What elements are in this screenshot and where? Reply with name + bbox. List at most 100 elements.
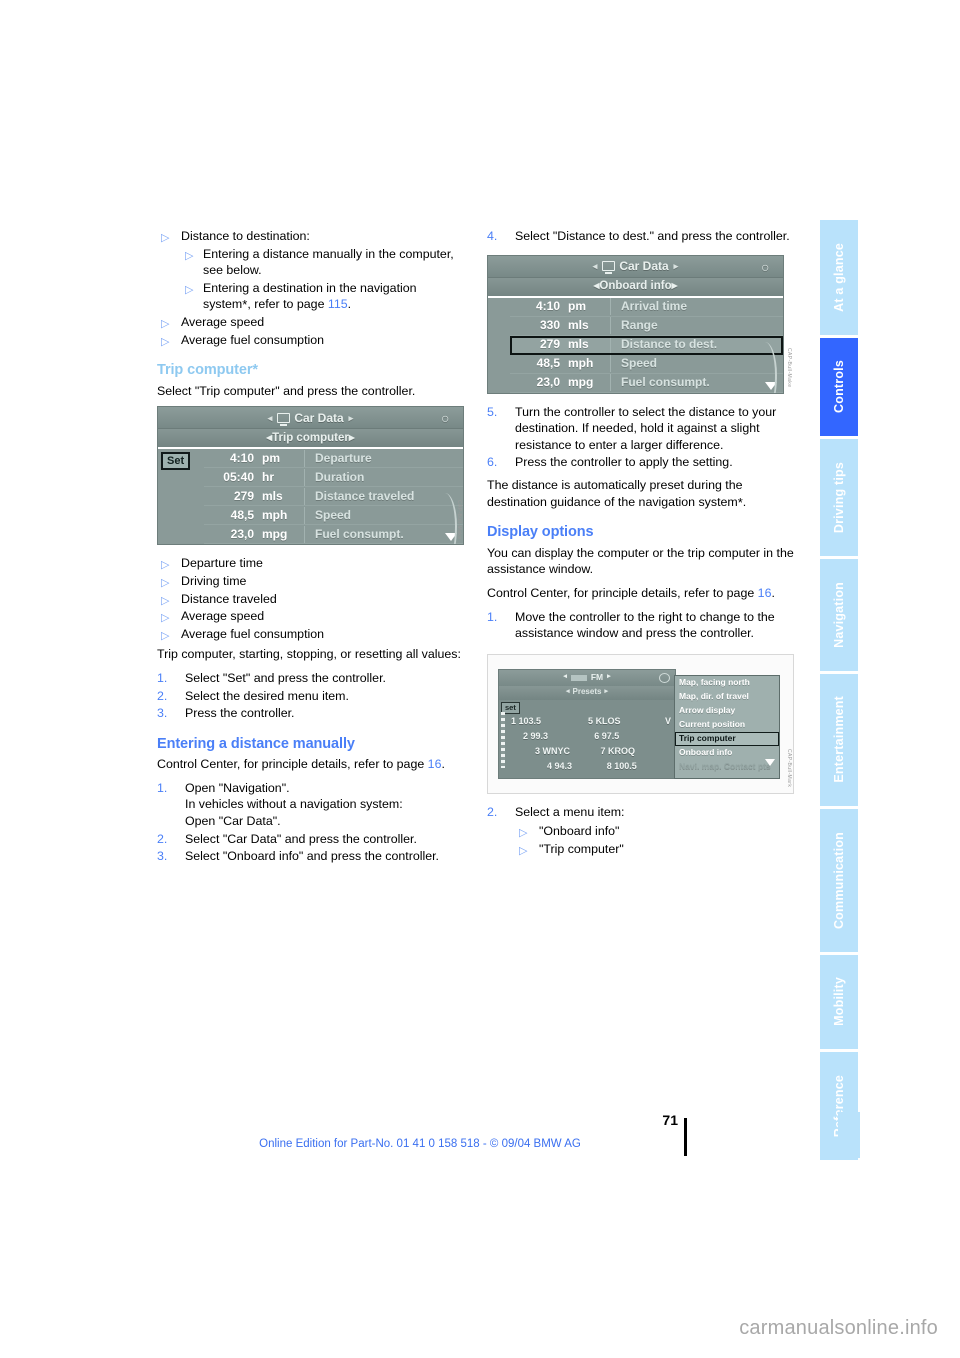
idrive-title: Car Data xyxy=(619,258,669,273)
triangle-bullet-icon: ▷ xyxy=(519,844,528,857)
sidebar-bottom-strip xyxy=(838,1112,860,1158)
list-item: ▷ Driving time xyxy=(157,573,464,590)
preset-row[interactable]: 4 94.3 8 100.5 xyxy=(511,759,671,774)
idrive-subtitlebar: ◂ Trip computer ▸ xyxy=(158,429,463,450)
right-arrow-icon[interactable]: ▸ xyxy=(604,684,608,701)
row-label: Distance to dest. xyxy=(610,336,783,353)
preset-row[interactable]: 2 99.3 6 97.5 xyxy=(511,729,671,744)
left-arrow-icon[interactable]: ◂ xyxy=(268,410,273,427)
preset-number: 4 xyxy=(547,760,553,771)
table-row[interactable]: 23,0 mpg Fuel consumpt. xyxy=(510,374,783,393)
row-label: Fuel consumpt. xyxy=(304,526,463,543)
left-arrow-icon[interactable]: ◂ xyxy=(563,669,567,686)
preset-name: 103.5 xyxy=(518,715,542,726)
distance-bullet-list: ▷ Distance to destination: ▷ Entering a … xyxy=(157,228,464,348)
page-reference-link[interactable]: 16 xyxy=(428,757,442,771)
page-number: 71 xyxy=(662,1112,678,1128)
preset-number: 5 xyxy=(588,715,594,726)
menu-item-navi-map-contact-pts[interactable]: Navi. map. Contact pts xyxy=(675,760,779,774)
sidebar-tab-navigation[interactable]: Navigation xyxy=(820,559,858,674)
site-watermark: carmanualsonline.info xyxy=(739,1317,938,1339)
idrive-subtitle: Onboard info xyxy=(599,280,672,293)
idrive-titlebar: ◂ Car Data ▸ ○ xyxy=(488,255,783,278)
sidebar-tab-driving-tips[interactable]: Driving tips xyxy=(820,439,858,560)
preset-number: 7 xyxy=(600,745,606,756)
control-center-end: . xyxy=(771,585,775,600)
list-item: ▷ Average fuel consumption xyxy=(157,626,464,643)
list-item: 1. Select "Set" and press the controller… xyxy=(157,670,464,687)
control-center-reference: Control Center, for principle details, r… xyxy=(487,585,794,602)
triangle-bullet-icon: ▷ xyxy=(161,612,170,625)
set-button[interactable]: Set xyxy=(161,452,191,471)
row-value: 279 xyxy=(539,337,560,352)
table-row[interactable]: 48,5 mph Speed xyxy=(204,506,463,526)
radio-band-label: FM xyxy=(590,672,604,683)
list-item: 3. Press the controller. xyxy=(157,705,464,722)
scroll-down-icon[interactable] xyxy=(765,381,777,390)
page-reference-link[interactable]: 115 xyxy=(328,297,348,311)
bullet-text: Distance to destination: xyxy=(181,229,310,243)
bullet-text: Distance traveled xyxy=(181,591,277,606)
list-item: ▷ "Onboard info" xyxy=(515,823,794,840)
table-row[interactable]: 23,0 mpg Fuel consumpt. xyxy=(204,525,463,545)
sidebar-tab-entertainment[interactable]: Entertainment xyxy=(820,673,858,809)
list-item: 2. Select a menu item: ▷ "Onboard info" … xyxy=(487,804,794,858)
right-arrow-icon[interactable]: ▸ xyxy=(349,430,355,447)
preset-row[interactable]: 3 WNYC 7 KROQ xyxy=(511,744,671,759)
table-row[interactable]: 48,5 mph Speed xyxy=(510,355,783,374)
row-unit: mls xyxy=(568,318,589,333)
figure-code: CAP-Bull-Make xyxy=(456,499,462,540)
sidebar-tab-mobility[interactable]: Mobility xyxy=(820,954,858,1053)
preset-name: KROQ xyxy=(608,745,636,756)
left-arrow-icon[interactable]: ◂ xyxy=(593,258,598,275)
triangle-bullet-icon: ▷ xyxy=(161,335,170,348)
monitor-icon xyxy=(602,261,616,275)
triangle-bullet-icon: ▷ xyxy=(519,827,528,840)
left-arrow-icon[interactable]: ◂ xyxy=(566,684,570,701)
list-item: ▷ Average speed xyxy=(157,314,464,331)
footer-rule xyxy=(684,1118,687,1156)
idrive-subtitle: Trip computer xyxy=(272,432,349,445)
idrive-titlebar: ◂ Car Data ▸ ○ xyxy=(158,407,463,430)
page-reference-link[interactable]: 16 xyxy=(758,586,772,600)
menu-item-bullets: ▷ "Onboard info" ▷ "Trip computer" xyxy=(515,823,794,857)
triangle-bullet-icon: ▷ xyxy=(161,559,170,572)
scroll-down-icon[interactable] xyxy=(765,758,775,766)
row-label: Duration xyxy=(304,469,463,486)
table-row[interactable]: 279 mls Distance traveled xyxy=(204,487,463,507)
row-value: 330 xyxy=(539,318,560,333)
page-title-trip-computer: Trip computer* xyxy=(157,362,258,379)
figure-code: CAP-Bull-Mark xyxy=(786,749,792,788)
table-row[interactable]: 330 mls Range xyxy=(510,317,783,336)
right-arrow-icon[interactable]: ▸ xyxy=(672,278,678,295)
antenna-icon xyxy=(570,674,587,681)
control-center-end: . xyxy=(441,757,445,772)
step-text: Select "Car Data" and press the controll… xyxy=(185,831,417,846)
sidebar-tab-at-a-glance[interactable]: At a glance xyxy=(820,220,858,338)
rotary-controller-icon: ○ xyxy=(441,410,450,427)
right-arrow-icon[interactable]: ▸ xyxy=(349,410,354,427)
row-value: 279 xyxy=(233,489,254,504)
idrive-row-group: 4:10 pm Arrival time 330 mls Range 279 m… xyxy=(488,297,783,393)
trip-reset-steps: 1. Select "Set" and press the controller… xyxy=(157,670,464,722)
table-row[interactable]: 4:10 pm Departure xyxy=(204,449,463,469)
table-row[interactable]: 4:10 pm Arrival time xyxy=(510,298,783,317)
preset-number: 8 xyxy=(606,760,612,771)
trip-computer-intro: Select "Trip computer" and press the con… xyxy=(157,383,416,398)
step-number: 3. xyxy=(157,706,168,721)
sidebar-tab-communication[interactable]: Communication xyxy=(820,808,858,955)
list-item: 4. Select "Distance to dest." and press … xyxy=(487,228,794,245)
row-unit: hr xyxy=(262,470,274,485)
table-row-selected[interactable]: 279 mls Distance to dest. xyxy=(510,335,783,355)
preset-row[interactable]: 1 103.5 5 KLOS V xyxy=(511,714,671,729)
list-item: 1. Move the controller to the right to c… xyxy=(487,609,794,642)
sidebar-tab-controls[interactable]: Controls xyxy=(820,337,858,440)
auto-preset-note: The distance is automatically preset dur… xyxy=(487,477,794,510)
step-text: Turn the controller to select the distan… xyxy=(515,404,777,452)
row-unit: pm xyxy=(262,451,280,466)
right-arrow-icon[interactable]: ▸ xyxy=(607,669,611,686)
table-row[interactable]: 05:40 hr Duration xyxy=(204,468,463,488)
right-arrow-icon[interactable]: ▸ xyxy=(674,258,679,275)
radio-display: ◂ FM ▸ ◂ Presets ▸ set 1 103.5 5 KLOS V … xyxy=(498,668,676,779)
preset-number: 2 xyxy=(523,730,529,741)
